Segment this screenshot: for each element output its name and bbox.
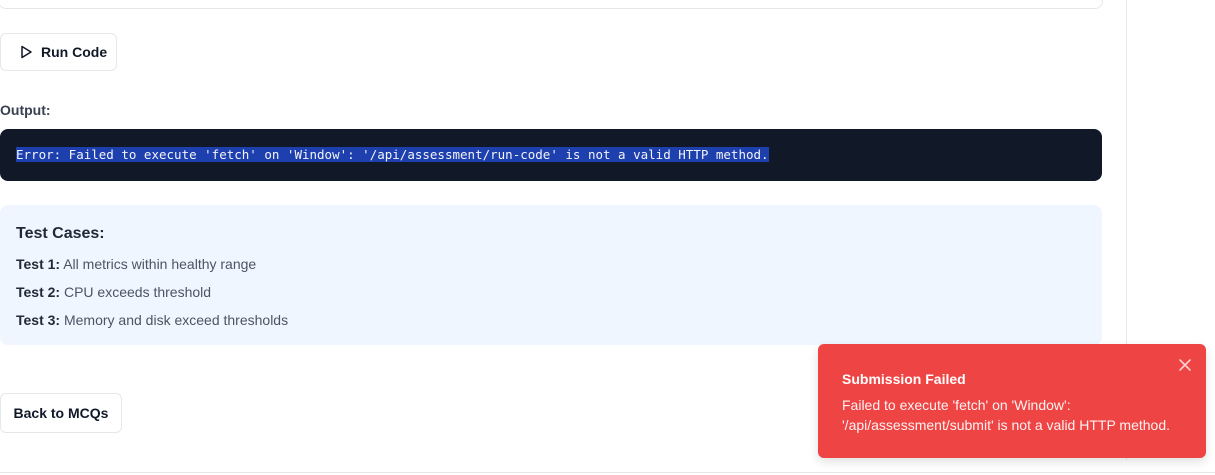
test-case-label: Test 2: bbox=[16, 284, 61, 300]
test-case-description: CPU exceeds threshold bbox=[63, 284, 212, 300]
toast-message: Failed to execute 'fetch' on 'Window': '… bbox=[842, 397, 1171, 433]
test-case-row: Test 3: Memory and disk exceed threshold… bbox=[16, 311, 1086, 329]
test-cases-title: Test Cases: bbox=[16, 225, 105, 242]
test-case-description: Memory and disk exceed thresholds bbox=[63, 312, 289, 328]
output-label: Output: bbox=[0, 102, 51, 118]
toast-title: Submission Failed bbox=[842, 371, 966, 387]
test-case-row: Test 2: CPU exceeds threshold bbox=[16, 283, 1086, 301]
code-editor-card bbox=[0, 0, 1103, 9]
test-cases-panel: Test Cases: Test 1: All metrics within h… bbox=[0, 205, 1102, 345]
run-code-label: Run Code bbox=[41, 44, 108, 60]
test-case-label: Test 3: bbox=[16, 312, 61, 328]
output-text[interactable]: Error: Failed to execute 'fetch' on 'Win… bbox=[16, 147, 769, 162]
test-case-label: Test 1: bbox=[16, 256, 61, 272]
footer-divider bbox=[0, 472, 1215, 473]
back-to-mcqs-button[interactable]: Back to MCQs bbox=[0, 393, 122, 433]
run-code-button[interactable]: Run Code bbox=[0, 33, 117, 71]
play-icon bbox=[21, 45, 32, 59]
test-case-row: Test 1: All metrics within healthy range bbox=[16, 255, 1086, 273]
output-console[interactable]: Error: Failed to execute 'fetch' on 'Win… bbox=[0, 129, 1102, 181]
close-icon[interactable] bbox=[1178, 358, 1192, 372]
assessment-page: Run Code Output: Error: Failed to execut… bbox=[0, 0, 1215, 475]
test-case-description: All metrics within healthy range bbox=[63, 256, 257, 272]
error-toast: Submission Failed Failed to execute 'fet… bbox=[818, 344, 1206, 458]
